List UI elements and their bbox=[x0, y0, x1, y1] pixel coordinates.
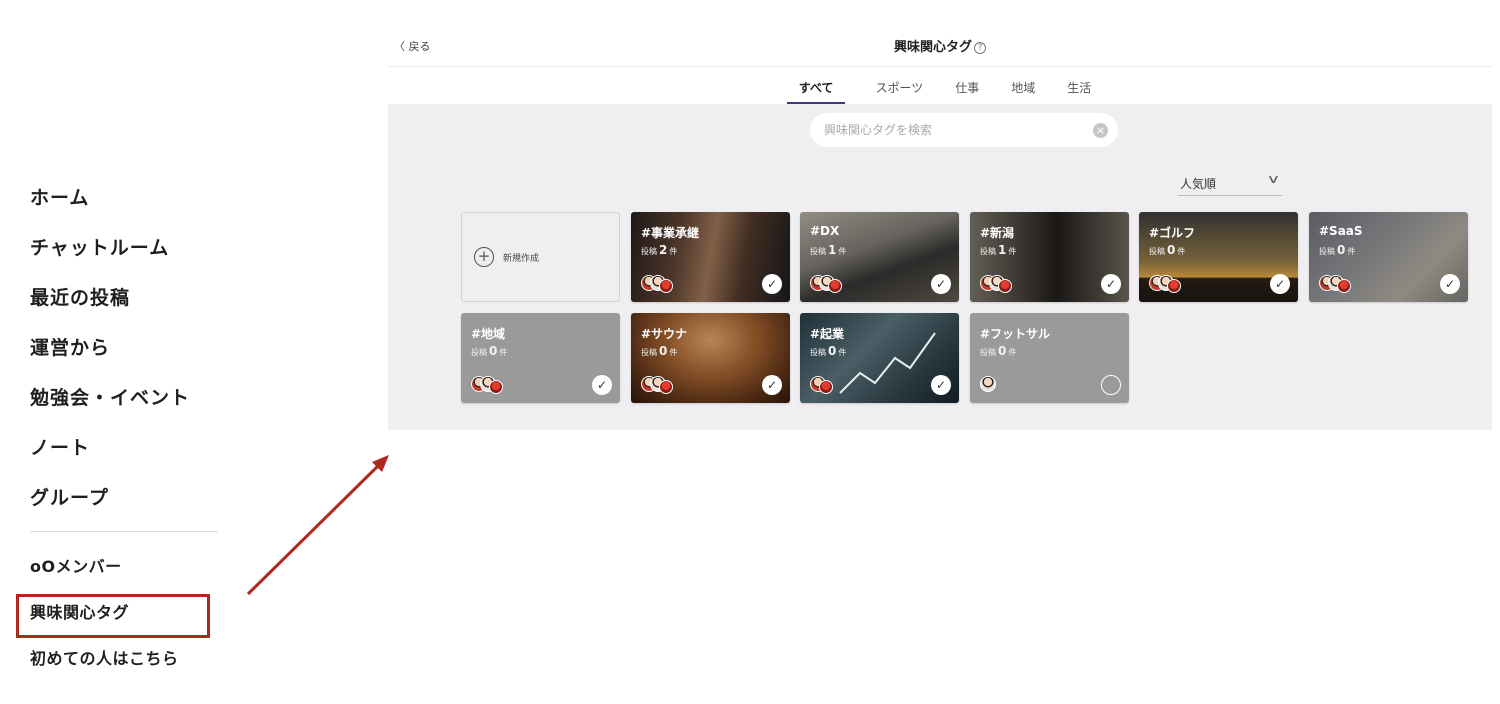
check-icon[interactable]: ✓ bbox=[931, 274, 951, 294]
search-input[interactable] bbox=[810, 113, 1080, 147]
member-avatars bbox=[980, 376, 1020, 394]
tag-name: #地域 bbox=[471, 327, 506, 341]
post-count: 投稿 0 件 bbox=[1149, 243, 1186, 257]
search-box: × bbox=[810, 113, 1118, 147]
post-count: 投稿 0 件 bbox=[1319, 243, 1356, 257]
tab-sports[interactable]: スポーツ bbox=[873, 67, 925, 104]
category-tabs: すべて スポーツ 仕事 地域 生活 bbox=[388, 67, 1492, 104]
post-count: 投稿 0 件 bbox=[641, 344, 678, 358]
post-count: 投稿 1 件 bbox=[980, 243, 1017, 257]
tab-life[interactable]: 生活 bbox=[1065, 67, 1093, 104]
tab-work[interactable]: 仕事 bbox=[953, 67, 981, 104]
member-avatars bbox=[1319, 275, 1359, 293]
check-icon[interactable]: ✓ bbox=[762, 375, 782, 395]
tag-card-futsal[interactable]: #フットサル 投稿 0 件 bbox=[970, 313, 1129, 403]
unchecked-circle-icon[interactable] bbox=[1101, 375, 1121, 395]
new-tag-label: 新規作成 bbox=[503, 254, 540, 264]
help-icon[interactable]: ? bbox=[974, 42, 986, 54]
check-icon[interactable]: ✓ bbox=[1270, 274, 1290, 294]
member-avatars bbox=[810, 275, 850, 293]
top-bar: 〈 戻る 興味関心タグ? bbox=[388, 22, 1492, 67]
check-icon[interactable]: ✓ bbox=[1440, 274, 1460, 294]
tag-card-saas[interactable]: #SaaS 投稿 0 件 ✓ bbox=[1309, 212, 1468, 302]
sort-selected-value: 人気順 bbox=[1180, 177, 1217, 191]
post-count: 投稿 0 件 bbox=[810, 344, 847, 358]
tag-card-region[interactable]: #地域 投稿 0 件 ✓ bbox=[461, 313, 620, 403]
tag-name: #新潟 bbox=[980, 226, 1015, 240]
tag-name: #起業 bbox=[810, 327, 845, 341]
tag-name: #フットサル bbox=[980, 327, 1051, 341]
tag-card-business-succession[interactable]: #事業承継 投稿 2 件 ✓ bbox=[631, 212, 790, 302]
tag-name: #SaaS bbox=[1319, 224, 1363, 238]
avatar bbox=[819, 380, 833, 394]
tag-card-sauna[interactable]: #サウナ 投稿 0 件 ✓ bbox=[631, 313, 790, 403]
member-avatars bbox=[471, 376, 511, 394]
tag-name: #DX bbox=[810, 224, 840, 238]
member-avatars bbox=[810, 376, 850, 394]
tag-name: #事業承継 bbox=[641, 226, 700, 240]
post-count: 投稿 1 件 bbox=[810, 243, 847, 257]
avatar bbox=[1337, 279, 1351, 293]
post-count: 投稿 0 件 bbox=[980, 344, 1017, 358]
page-title-text: 興味関心タグ bbox=[893, 40, 972, 55]
tag-name: #ゴルフ bbox=[1149, 226, 1196, 240]
post-count: 投稿 0 件 bbox=[471, 344, 508, 358]
avatar bbox=[1167, 279, 1181, 293]
new-tag-card[interactable]: + 新規作成 bbox=[461, 212, 620, 302]
chevron-down-icon: ∨ bbox=[1266, 172, 1281, 186]
avatar bbox=[659, 380, 673, 394]
tag-name: #サウナ bbox=[641, 327, 688, 341]
member-avatars bbox=[641, 376, 681, 394]
avatar bbox=[659, 279, 673, 293]
check-icon[interactable]: ✓ bbox=[1101, 274, 1121, 294]
tag-card-dx[interactable]: #DX 投稿 1 件 ✓ bbox=[800, 212, 959, 302]
member-avatars bbox=[980, 275, 1020, 293]
tab-region[interactable]: 地域 bbox=[1009, 67, 1037, 104]
avatar bbox=[980, 376, 996, 392]
avatar bbox=[489, 380, 503, 394]
plus-circle-icon: + bbox=[474, 247, 494, 267]
clear-icon[interactable]: × bbox=[1093, 123, 1108, 138]
tag-card-startup[interactable]: #起業 投稿 0 件 ✓ bbox=[800, 313, 959, 403]
member-avatars bbox=[1149, 275, 1189, 293]
main-panel: 〈 戻る 興味関心タグ? すべて スポーツ 仕事 地域 生活 × 人気順 ∨ +… bbox=[388, 22, 1492, 430]
check-icon[interactable]: ✓ bbox=[931, 375, 951, 395]
post-count: 投稿 2 件 bbox=[641, 243, 678, 257]
check-icon[interactable]: ✓ bbox=[592, 375, 612, 395]
avatar bbox=[998, 279, 1012, 293]
avatar bbox=[828, 279, 842, 293]
tag-card-golf[interactable]: #ゴルフ 投稿 0 件 ✓ bbox=[1139, 212, 1298, 302]
sort-select[interactable]: 人気順 ∨ bbox=[1178, 172, 1282, 196]
tag-card-niigata[interactable]: #新潟 投稿 1 件 ✓ bbox=[970, 212, 1129, 302]
check-icon[interactable]: ✓ bbox=[762, 274, 782, 294]
member-avatars bbox=[641, 275, 681, 293]
tab-all[interactable]: すべて bbox=[786, 67, 846, 104]
page-title: 興味関心タグ? bbox=[388, 36, 1492, 55]
tag-content-area: × 人気順 ∨ + 新規作成 #事業承継 投稿2件 ✓ #DX 投稿1件 ✓ bbox=[388, 104, 1492, 430]
